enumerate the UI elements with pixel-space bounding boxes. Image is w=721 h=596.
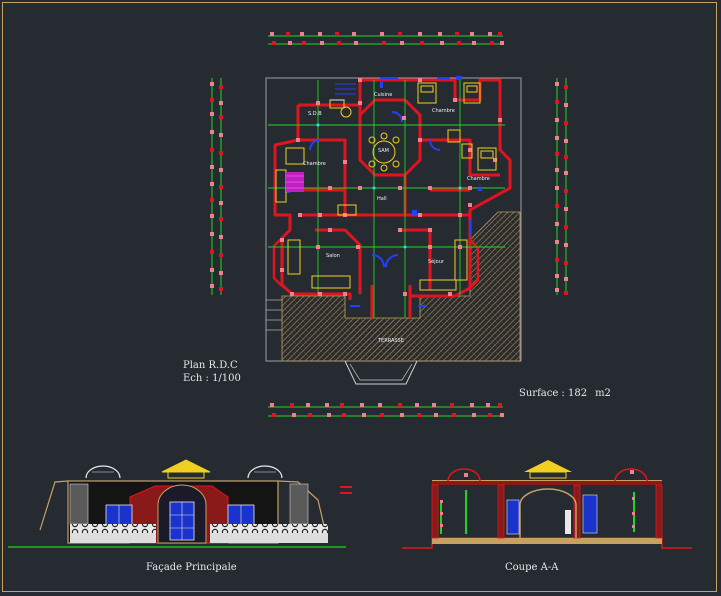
dimension-top <box>268 32 504 45</box>
facade-elevation <box>8 459 352 548</box>
room-sejour: Séjour <box>428 259 444 265</box>
room-terrasse: TERRASSE <box>378 338 404 344</box>
room-sam: SAM <box>378 148 390 154</box>
room-cuisine: Cuisine <box>374 92 393 98</box>
room-chambre-2: Chambre <box>303 161 326 167</box>
room-sdb: S.D.B <box>308 111 322 117</box>
plan-scale: Ech : 1/100 <box>183 373 241 384</box>
room-hall: Hall <box>377 196 387 202</box>
surface-value: Surface : 182 <box>519 388 588 399</box>
room-chambre-3: Chambre <box>467 176 490 182</box>
dimension-left <box>210 78 223 295</box>
dimension-right <box>555 78 568 295</box>
cad-drawing <box>8 32 692 549</box>
section-view <box>402 460 692 549</box>
room-salon: Salon <box>326 253 340 259</box>
plan-title: Plan R.D.C <box>183 360 238 371</box>
surface-unit: m2 <box>595 388 611 399</box>
surface-label: Surface : 182 m2 <box>519 388 611 399</box>
room-chambre-1: Chambre <box>432 108 455 114</box>
section-title: Coupe A-A <box>505 562 559 573</box>
facade-title: Façade Principale <box>146 562 237 573</box>
dimension-bottom <box>268 403 504 417</box>
